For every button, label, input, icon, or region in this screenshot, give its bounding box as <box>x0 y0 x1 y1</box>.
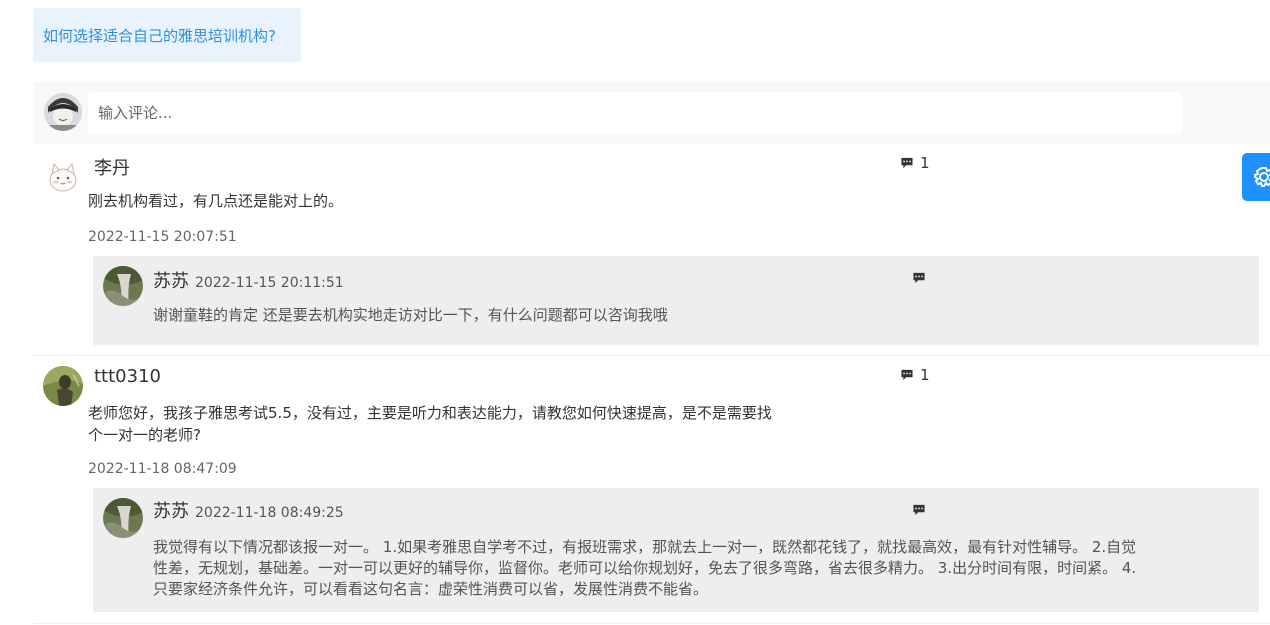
comment-author[interactable]: ttt0310 <box>94 366 161 387</box>
reply-author[interactable]: 苏苏 <box>153 501 189 522</box>
reply-content-line: 只要家经济条件允许，可以看看这句名言：虚荣性消费可以省，发展性消费不能省。 <box>153 580 709 598</box>
reply-count-button[interactable]: 1 <box>900 154 930 172</box>
comment-content-line: 个一对一的老师? <box>88 426 201 444</box>
speech-bubble-icon <box>901 157 913 169</box>
comment-time: 2022-11-18 08:47:09 <box>88 461 237 477</box>
reply-header: 苏苏 2022-11-18 08:49:25 <box>153 497 344 523</box>
reply-item: 苏苏 2022-11-15 20:11:51 谢谢童鞋的肯定 还是要去机构实地走访… <box>93 256 1259 345</box>
reply-author[interactable]: 苏苏 <box>153 271 189 292</box>
comment-input-bar <box>33 82 1270 144</box>
avatar[interactable] <box>103 498 143 538</box>
reply-content: 谢谢童鞋的肯定 还是要去机构实地走访对比一下，有什么问题都可以咨询我哦 <box>153 306 668 324</box>
topic-tag[interactable]: 如何选择适合自己的雅思培训机构? <box>33 8 301 62</box>
comment-author[interactable]: 李丹 <box>94 154 130 180</box>
reply-item: 苏苏 2022-11-18 08:49:25 我觉得有以下情况都该报一对一。 1.… <box>93 488 1259 612</box>
reply-time: 2022-11-18 08:49:25 <box>195 505 344 521</box>
avatar[interactable] <box>43 156 83 196</box>
reply-time: 2022-11-15 20:11:51 <box>195 275 344 291</box>
reply-count-button[interactable]: 1 <box>900 366 930 384</box>
comment-content: 老师您好，我孩子雅思考试5.5，没有过，主要是听力和表达能力，请教您如何快速提高… <box>88 402 772 446</box>
reply-content-line: 性差，无规划，基础差。一对一可以更好的辅导你，监督你。老师可以给你规划好，免去了… <box>153 559 1137 577</box>
speech-bubble-icon <box>913 504 925 516</box>
speech-bubble-icon <box>913 272 925 284</box>
comment-time: 2022-11-15 20:07:51 <box>88 229 237 245</box>
current-user-avatar <box>44 93 82 131</box>
topic-tag-label: 如何选择适合自己的雅思培训机构? <box>43 26 276 45</box>
comment-item: 李丹 1 刚去机构看过，有几点还是能对上的。 2022-11-15 20:07:… <box>33 144 1270 356</box>
reply-header: 苏苏 2022-11-15 20:11:51 <box>153 267 344 293</box>
avatar[interactable] <box>103 266 143 306</box>
reply-content: 我觉得有以下情况都该报一对一。 1.如果考雅思自学考不过，有报班需求，那就去上一… <box>153 537 1136 600</box>
speech-bubble-icon <box>901 369 913 381</box>
comment-input[interactable] <box>88 92 1182 134</box>
reply-button[interactable] <box>912 501 926 520</box>
comment-item: ttt0310 1 老师您好，我孩子雅思考试5.5，没有过，主要是听力和表达能力… <box>33 356 1270 624</box>
reply-button[interactable] <box>912 269 926 288</box>
reply-content-line: 我觉得有以下情况都该报一对一。 1.如果考雅思自学考不过，有报班需求，那就去上一… <box>153 538 1137 556</box>
avatar[interactable] <box>43 366 83 406</box>
comment-content: 刚去机构看过，有几点还是能对上的。 <box>88 192 344 210</box>
reply-count: 1 <box>920 366 930 384</box>
comment-content-line: 老师您好，我孩子雅思考试5.5，没有过，主要是听力和表达能力，请教您如何快速提高… <box>88 404 772 422</box>
reply-count: 1 <box>920 154 930 172</box>
